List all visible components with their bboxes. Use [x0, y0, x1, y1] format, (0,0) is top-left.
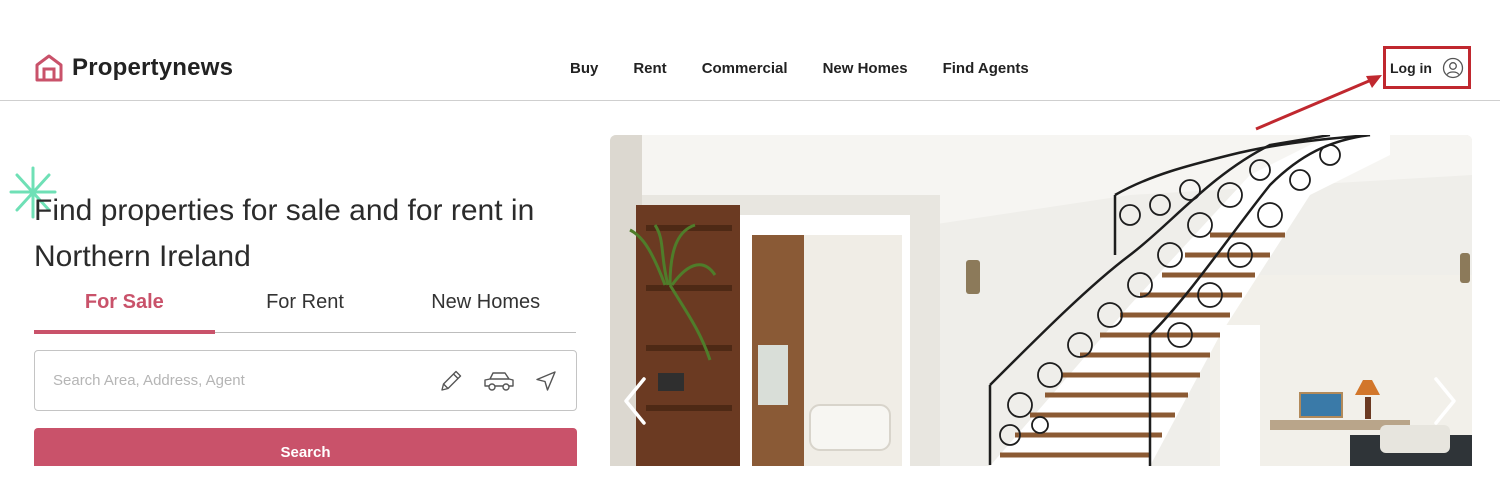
hero-image	[610, 135, 1472, 466]
page-title: Find properties for sale and for rent in…	[34, 188, 594, 280]
search-box	[34, 350, 577, 411]
tab-for-sale[interactable]: For Sale	[34, 288, 215, 334]
nav-item-buy[interactable]: Buy	[570, 60, 598, 77]
headline-line-2: Northern Ireland	[34, 240, 251, 273]
search-tools	[420, 368, 558, 394]
nav-item-find-agents[interactable]: Find Agents	[943, 60, 1029, 77]
nav-item-commercial[interactable]: Commercial	[702, 60, 788, 77]
user-circle-icon	[1442, 57, 1464, 78]
search-input[interactable]	[53, 372, 420, 389]
headline-line-1: Find properties for sale and for rent in	[34, 194, 535, 227]
car-icon[interactable]	[482, 368, 516, 394]
brand-name: Propertynews	[72, 54, 234, 81]
annotation-arrow	[1255, 75, 1382, 131]
staircase-photo	[610, 135, 1472, 466]
pencil-icon[interactable]	[438, 368, 464, 394]
house-icon	[35, 54, 63, 82]
tab-new-homes[interactable]: New Homes	[395, 288, 576, 332]
logo[interactable]: Propertynews	[34, 54, 233, 82]
carousel-prev-icon[interactable]	[618, 375, 652, 427]
search-tabs: For Sale For Rent New Homes	[34, 288, 576, 334]
nav-item-new-homes[interactable]: New Homes	[823, 60, 908, 77]
tab-for-rent[interactable]: For Rent	[215, 288, 396, 332]
carousel-next-icon[interactable]	[1428, 375, 1462, 427]
main-nav: Buy Rent Commercial New Homes Find Agent…	[570, 60, 1064, 77]
page-cutoff	[0, 466, 1500, 492]
location-arrow-icon[interactable]	[534, 369, 558, 393]
nav-item-rent[interactable]: Rent	[633, 60, 666, 77]
